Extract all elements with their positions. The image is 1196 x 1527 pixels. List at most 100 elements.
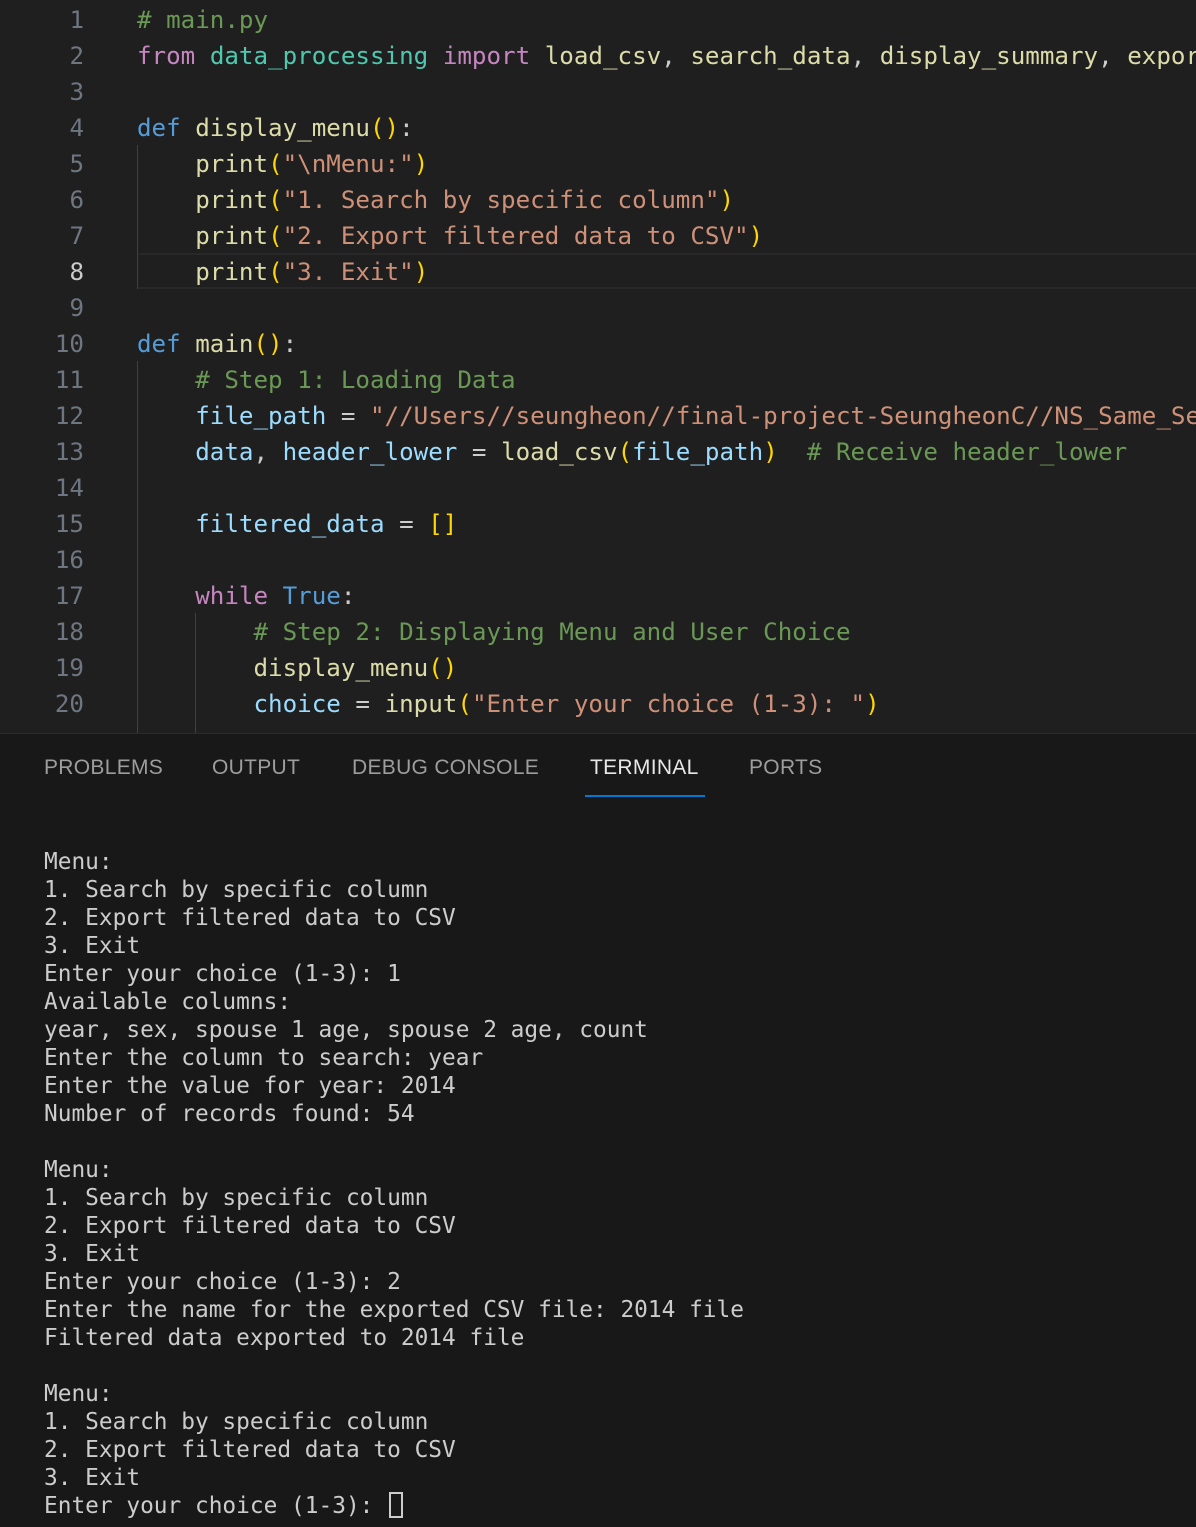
- code-text: file_path = "//Users//seungheon//final-p…: [137, 398, 1196, 434]
- code-line[interactable]: 6 print("1. Search by specific column"): [0, 182, 1196, 218]
- terminal-line: Filtered data exported to 2014 file: [44, 1325, 525, 1351]
- terminal-line: Enter the column to search: year: [44, 1045, 484, 1071]
- code-token: input: [384, 690, 458, 718]
- terminal-line: 1. Search by specific column: [44, 877, 429, 903]
- code-line[interactable]: 18 # Step 2: Displaying Menu and User Ch…: [0, 614, 1196, 650]
- code-line[interactable]: 3: [0, 74, 1196, 110]
- terminal-line: year, sex, spouse 1 age, spouse 2 age, c…: [44, 1017, 648, 1043]
- line-number: 13: [54, 438, 84, 466]
- code-token: (): [370, 114, 400, 142]
- code-token: ,: [1098, 42, 1128, 70]
- code-line[interactable]: 1 # main.py: [0, 2, 1196, 38]
- code-token: :: [340, 582, 356, 610]
- line-number: 20: [54, 690, 84, 718]
- code-line[interactable]: 15 filtered_data = []: [0, 506, 1196, 542]
- code-token: "\nMenu:": [282, 150, 414, 178]
- line-number: 19: [54, 654, 84, 682]
- code-line[interactable]: 19 display_menu(): [0, 650, 1196, 686]
- code-token: main: [195, 330, 254, 358]
- code-token: print: [195, 186, 269, 214]
- code-token: data_processing: [209, 42, 429, 70]
- line-number: 3: [69, 78, 84, 106]
- terminal-line: 1. Search by specific column: [44, 1185, 429, 1211]
- code-token: :: [282, 330, 298, 358]
- tab-terminal[interactable]: TERMINAL: [590, 756, 699, 780]
- code-token: True: [282, 582, 341, 610]
- code-token: data: [195, 438, 254, 466]
- line-number: 1: [69, 6, 84, 34]
- code-token: print: [195, 222, 269, 250]
- code-line[interactable]: 13 data, header_lower = load_csv(file_pa…: [0, 434, 1196, 470]
- code-token: =: [340, 690, 385, 718]
- code-line[interactable]: 8 print("3. Exit"): [0, 254, 1196, 290]
- code-line[interactable]: 17 while True:: [0, 578, 1196, 614]
- code-token: display_menu: [195, 114, 370, 142]
- code-line[interactable]: 11 # Step 1: Loading Data: [0, 362, 1196, 398]
- code-token: # main.py: [137, 6, 269, 34]
- code-token: "//Users//seungheon//final-project-Seung…: [370, 402, 1196, 430]
- code-token: ,: [253, 438, 283, 466]
- bottom-panel: PROBLEMS OUTPUT DEBUG CONSOLE TERMINAL P…: [0, 733, 1196, 1527]
- code-token: def: [137, 114, 181, 142]
- line-number: 7: [69, 222, 84, 250]
- code-token: # Step 1: Loading Data: [195, 366, 516, 394]
- line-number: 14: [54, 474, 84, 502]
- code-line[interactable]: 5 print("\nMenu:"): [0, 146, 1196, 182]
- tab-ports[interactable]: PORTS: [749, 756, 822, 780]
- code-token: :: [399, 114, 414, 142]
- code-line[interactable]: 2 from data_processing import load_csv, s…: [0, 38, 1196, 74]
- code-line[interactable]: 14: [0, 470, 1196, 506]
- tab-debug-console[interactable]: DEBUG CONSOLE: [352, 756, 539, 780]
- tab-problems[interactable]: PROBLEMS: [44, 756, 163, 780]
- code-line[interactable]: 20 choice = input("Enter your choice (1-…: [0, 686, 1196, 722]
- line-number: 4: [69, 114, 84, 142]
- code-text: data, header_lower = load_csv(file_path)…: [137, 434, 1127, 470]
- code-token: from: [137, 42, 196, 70]
- terminal-line: Number of records found: 54: [44, 1101, 415, 1127]
- line-number: 11: [54, 366, 84, 394]
- line-number: 2: [69, 42, 84, 70]
- code-token: ,: [661, 42, 691, 70]
- code-editor[interactable]: 1 # main.py 2 from data_processing import l…: [0, 0, 1196, 733]
- code-line[interactable]: 16: [0, 542, 1196, 578]
- terminal-line: Enter your choice (1-3): 1: [44, 961, 401, 987]
- code-text: # Step 2: Displaying Menu and User Choic…: [137, 614, 851, 650]
- line-number: 12: [54, 402, 84, 430]
- code-line[interactable]: 7 print("2. Export filtered data to CSV"…: [0, 218, 1196, 254]
- code-line[interactable]: 9: [0, 290, 1196, 326]
- code-token: (: [457, 690, 472, 718]
- code-text: from data_processing import load_csv, se…: [137, 38, 1196, 74]
- line-number: 5: [69, 150, 84, 178]
- code-line[interactable]: 12 file_path = "//Users//seungheon//fina…: [0, 398, 1196, 434]
- code-token: def: [137, 330, 181, 358]
- code-line[interactable]: 10 def main():: [0, 326, 1196, 362]
- terminal-output[interactable]: Menu: 1. Search by specific column 2. Expo…: [44, 848, 1184, 1520]
- terminal-prompt-line[interactable]: Enter your choice (1-3):: [44, 1492, 1184, 1520]
- terminal-line: 3. Exit: [44, 1241, 141, 1267]
- code-text: print("\nMenu:"): [137, 146, 428, 182]
- code-token: (: [268, 150, 283, 178]
- tab-output[interactable]: OUTPUT: [212, 756, 300, 780]
- code-text: # main.py: [137, 2, 268, 38]
- code-text: choice = input("Enter your choice (1-3):…: [137, 686, 880, 722]
- code-line[interactable]: 4 def display_menu():: [0, 110, 1196, 146]
- code-token: load_csv: [544, 42, 662, 70]
- code-token: choice: [253, 690, 341, 718]
- code-text: print("1. Search by specific column"): [137, 182, 734, 218]
- code-token: (): [428, 654, 458, 682]
- line-number: 16: [54, 546, 84, 574]
- code-token: (: [268, 258, 283, 286]
- code-text: def main():: [137, 326, 297, 362]
